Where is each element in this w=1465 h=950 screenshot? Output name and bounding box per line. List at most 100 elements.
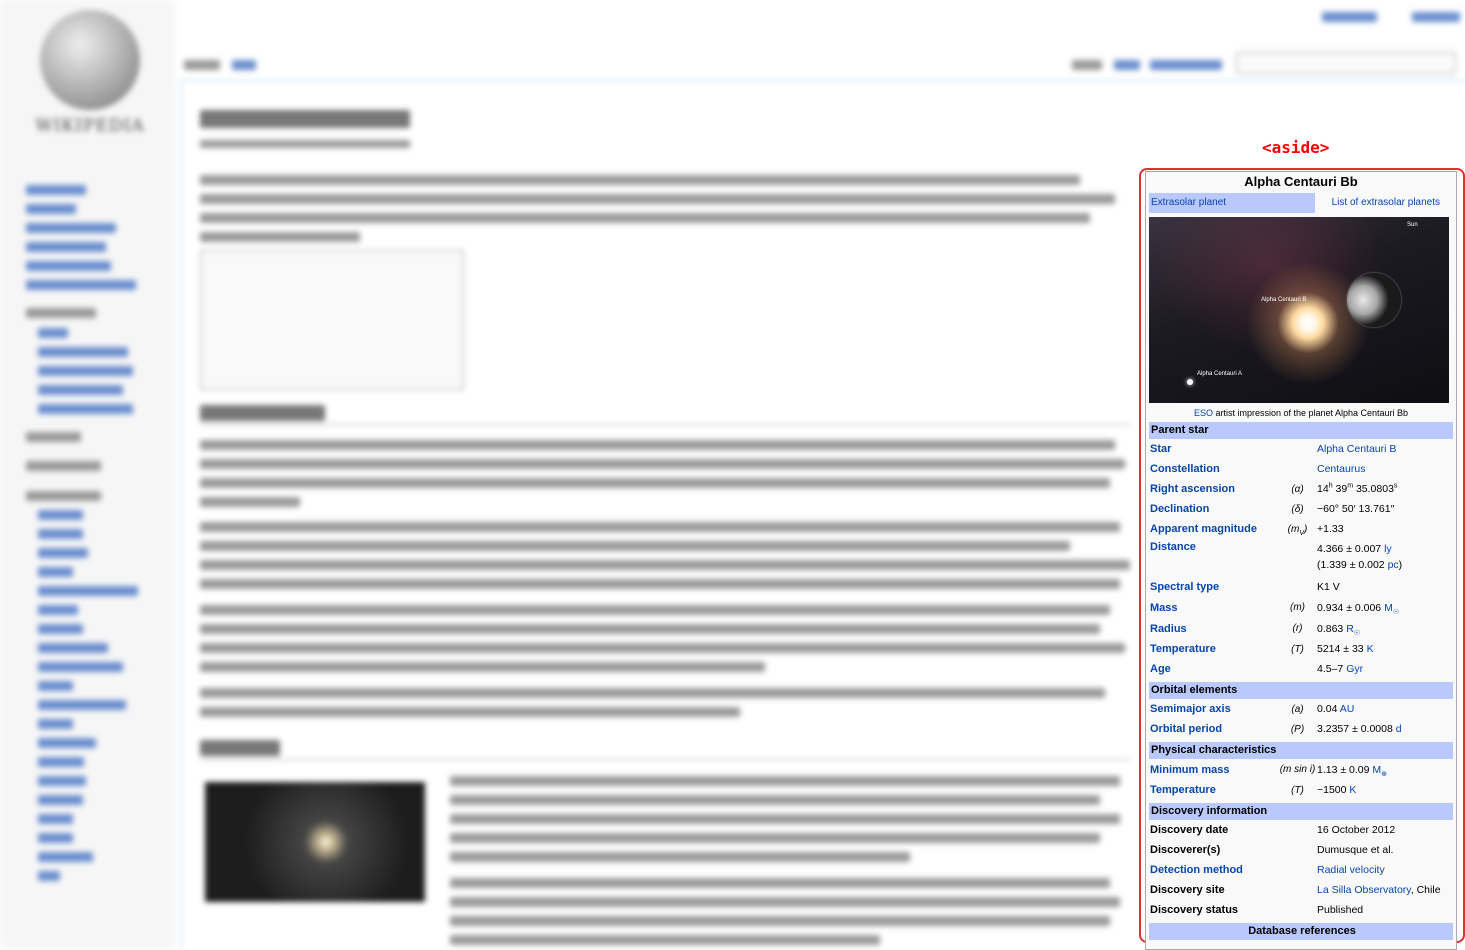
sidebar-link[interactable] [38,328,68,338]
row-age: Age 4.5–7 Gyr [1149,659,1453,679]
tab-view-history[interactable] [1150,60,1222,70]
text-line [200,232,360,242]
mass-value: 0.934 ± 0.006 M☉ [1317,601,1400,616]
eso-link[interactable]: ESO [1194,408,1213,418]
constellation-label[interactable]: Constellation [1149,463,1278,475]
radius-value: 0.863 R☉ [1317,622,1361,637]
ra-label[interactable]: Right ascension [1149,483,1278,495]
login-link[interactable] [1412,12,1460,22]
sidebar-language-link[interactable] [38,814,73,824]
tab-article[interactable] [184,60,220,70]
period-label[interactable]: Orbital period [1149,723,1278,735]
discovery-site-label: Discovery site [1150,884,1225,896]
pc-link[interactable]: pc [1388,559,1399,571]
sidebar-link[interactable] [38,404,133,414]
discovery-date-value: 16 October 2012 [1317,824,1396,836]
star-value-link[interactable]: Alpha Centauri B [1317,441,1453,457]
sidebar-link[interactable] [26,204,76,214]
dec-label[interactable]: Declination [1149,503,1278,515]
sidebar-language-link[interactable] [38,510,83,520]
radius-label[interactable]: Radius [1149,623,1278,635]
sidebar-language-link[interactable] [38,795,83,805]
sidebar-language-link[interactable] [38,700,126,710]
detection-method-label[interactable]: Detection method [1149,864,1278,876]
site-logo[interactable]: WIKIPEDIA [30,10,150,160]
detection-method-link[interactable]: Radial velocity [1317,862,1453,878]
text-line [200,662,765,672]
sidebar-language-link[interactable] [38,776,86,786]
row-right-ascension: Right ascension (α) 14h 39m 35.0803s [1149,479,1453,499]
sidebar-language-link[interactable] [38,529,83,539]
age-label[interactable]: Age [1149,663,1278,675]
section-database-references: Database references [1149,923,1453,940]
sidebar-language-link[interactable] [38,833,73,843]
list-of-extrasolar-planets-link[interactable]: List of extrasolar planets [1315,193,1453,213]
la-silla-link[interactable]: La Silla Observatory [1317,884,1411,896]
day-link[interactable]: d [1396,723,1402,735]
tab-talk[interactable] [232,60,256,70]
search-input[interactable] [1236,52,1456,74]
semimajor-label[interactable]: Semimajor axis [1149,703,1278,715]
earth-mass-link[interactable]: M⊕ [1372,764,1387,778]
sidebar-link[interactable] [26,223,116,233]
temperature-label[interactable]: Temperature [1149,643,1278,655]
sidebar-language-link[interactable] [38,643,108,653]
sidebar-language-link[interactable] [38,719,73,729]
spectral-label[interactable]: Spectral type [1149,581,1278,593]
table-of-contents [200,250,464,390]
sidebar-link[interactable] [38,385,123,395]
create-account-link[interactable] [1322,12,1377,22]
sidebar-section-header[interactable] [26,308,96,318]
extrasolar-planet-link[interactable]: Extrasolar planet [1149,193,1315,213]
sidebar-link[interactable] [26,242,106,252]
sidebar-section-header[interactable] [26,491,101,501]
row-discovery-date: Discovery date 16 October 2012 [1149,820,1453,840]
sidebar-section-header[interactable] [26,461,101,471]
sidebar-language-link[interactable] [38,757,84,767]
au-link[interactable]: AU [1340,703,1355,715]
ly-link[interactable]: ly [1384,543,1392,555]
row-temperature-star: Temperature (T) 5214 ± 33 K [1149,639,1453,659]
sidebar-language-link[interactable] [38,624,83,634]
sidebar-language-link[interactable] [38,871,60,881]
distance-label[interactable]: Distance [1149,541,1278,553]
sidebar-link[interactable] [38,347,128,357]
sidebar-section-header[interactable] [26,432,81,442]
sidebar-language-link[interactable] [38,567,73,577]
row-distance: Distance 4.366 ± 0.007 ly (1.339 ± 0.002 … [1149,539,1453,577]
mag-label[interactable]: Apparent magnitude [1149,523,1278,535]
sidebar-language-link[interactable] [38,681,73,691]
infobox-image[interactable]: Sun Alpha Centauri B Alpha Centauri A [1149,217,1449,403]
subtitle-blur [200,140,410,148]
kelvin-link[interactable]: K [1367,643,1374,655]
mass-label[interactable]: Mass [1149,602,1278,614]
planet-temperature-symbol: (T) [1291,784,1304,796]
sidebar-language-link[interactable] [38,738,96,748]
gyr-link[interactable]: Gyr [1346,663,1363,675]
infobox-subheader: Extrasolar planet List of extrasolar pla… [1149,193,1453,213]
min-mass-symbol: (m sin i) [1279,764,1316,775]
thumbnail-image[interactable] [205,782,425,902]
constellation-value-link[interactable]: Centaurus [1317,461,1453,477]
solar-mass-link[interactable]: M☉ [1384,602,1399,616]
sidebar-language-link[interactable] [38,605,78,615]
planet-kelvin-link[interactable]: K [1349,784,1356,796]
sidebar-language-link[interactable] [38,586,138,596]
sidebar-language-link[interactable] [38,852,93,862]
sidebar-language-link[interactable] [38,662,123,672]
text-line [200,688,1105,698]
tab-read[interactable] [1072,60,1102,70]
solar-radius-link[interactable]: R☉ [1346,623,1360,637]
temperature-symbol: (T) [1291,643,1304,655]
sidebar-link[interactable] [26,185,86,195]
heading-blur [200,405,325,421]
planet-temperature-label[interactable]: Temperature [1149,784,1278,796]
tab-edit[interactable] [1114,60,1140,70]
sidebar-link[interactable] [26,261,111,271]
sidebar-link[interactable] [38,366,133,376]
sidebar-link[interactable] [26,280,136,290]
sidebar-language-link[interactable] [38,548,88,558]
text-line [200,175,1080,185]
star-label[interactable]: Star [1149,443,1278,455]
min-mass-label[interactable]: Minimum mass [1149,764,1278,776]
